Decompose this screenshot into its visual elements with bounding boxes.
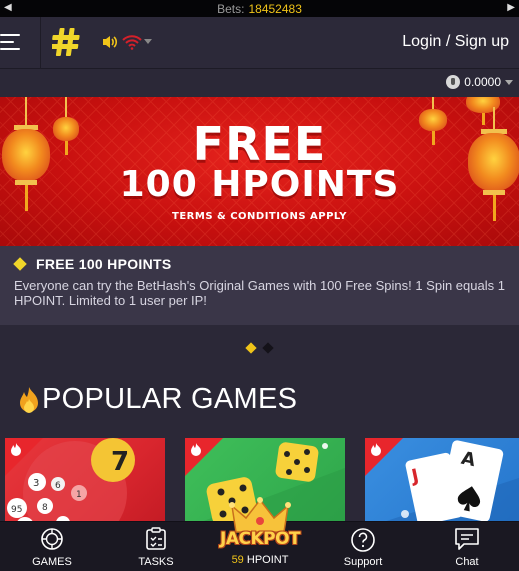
svg-text:7: 7 — [111, 447, 129, 477]
banner-title-hpoints: 100 HPOINTS — [119, 164, 400, 205]
svg-text:3: 3 — [33, 478, 39, 489]
bets-label: Bets: — [217, 1, 245, 16]
support-question-icon — [351, 528, 375, 552]
tab-games-label: GAMES — [32, 556, 72, 568]
svg-text:6: 6 — [55, 481, 61, 491]
ticker-right-arrow-icon[interactable]: ▶ — [507, 2, 515, 13]
promo-description: Everyone can try the BetHash's Original … — [14, 278, 505, 308]
header-divider — [40, 17, 41, 69]
jackpot-unit: HPOINT — [246, 554, 289, 566]
login-signup-link[interactable]: Login / Sign up — [402, 33, 509, 51]
balance-amount: 0.0000 — [464, 75, 501, 89]
jackpot-points: 59 HPOINT — [218, 554, 302, 566]
connection-icon[interactable] — [122, 34, 142, 50]
promo-info-card: FREE 100 HPOINTS Everyone can try the Be… — [0, 246, 519, 325]
games-compass-icon — [41, 528, 63, 550]
top-header: Login / Sign up — [0, 17, 519, 69]
hot-fire-icon — [191, 443, 201, 456]
diamond-icon — [13, 257, 27, 271]
hot-fire-icon — [11, 443, 21, 456]
tab-support-label: Support — [343, 556, 383, 568]
section-title: POPULAR GAMES — [18, 383, 297, 416]
balance-bar: 0.0000 — [0, 69, 519, 97]
carousel-dot[interactable] — [262, 342, 274, 354]
tab-tasks[interactable]: TASKS — [116, 522, 196, 571]
jackpot-count: 59 — [231, 554, 244, 566]
currency-coin-icon — [446, 75, 461, 89]
bets-value: 18452483 — [248, 1, 302, 16]
svg-text:95: 95 — [11, 505, 22, 515]
tab-support[interactable]: Support — [323, 522, 403, 571]
bets-ticker: ◀ Bets: 18452483 ▶ — [0, 0, 519, 17]
tab-jackpot[interactable]: JACKPOT 59 HPOINT — [218, 496, 302, 571]
game-card-blackjack[interactable]: J A — [365, 438, 519, 528]
jackpot-word: JACKPOT — [220, 529, 301, 549]
svg-text:1: 1 — [76, 490, 82, 500]
tasks-clipboard-icon — [146, 527, 166, 550]
sound-icon[interactable] — [101, 34, 119, 50]
svg-text:8: 8 — [42, 503, 48, 513]
carousel-dot-active[interactable] — [245, 342, 257, 354]
banner-terms[interactable]: TERMS & CONDITIONS APPLY — [0, 211, 519, 222]
game-card-keno[interactable]: 7 3 6 1 95 8 — [5, 438, 165, 528]
hot-fire-icon — [371, 443, 381, 456]
ticker-left-arrow-icon[interactable]: ◀ — [4, 2, 12, 13]
bethash-logo-icon[interactable] — [52, 26, 82, 58]
tab-tasks-label: TASKS — [138, 556, 174, 568]
fire-icon — [20, 386, 38, 413]
promo-title: FREE 100 HPOINTS — [13, 256, 172, 272]
section-title-text: POPULAR GAMES — [42, 383, 298, 415]
connection-dropdown-icon[interactable] — [144, 39, 152, 44]
tab-chat[interactable]: Chat — [427, 522, 507, 571]
promo-banner[interactable]: FREE 100 HPOINTS TERMS & CONDITIONS APPL… — [0, 97, 519, 246]
carousel-indicators — [0, 342, 519, 354]
balance-selector[interactable]: 0.0000 — [446, 75, 513, 89]
banner-title-free: FREE — [192, 117, 327, 171]
promo-title-text: FREE 100 HPOINTS — [36, 256, 172, 272]
tab-chat-label: Chat — [455, 556, 479, 568]
balance-dropdown-icon — [505, 79, 513, 85]
tab-games[interactable]: GAMES — [12, 522, 92, 571]
chat-bubble-icon — [455, 528, 479, 550]
menu-icon[interactable] — [0, 32, 22, 52]
